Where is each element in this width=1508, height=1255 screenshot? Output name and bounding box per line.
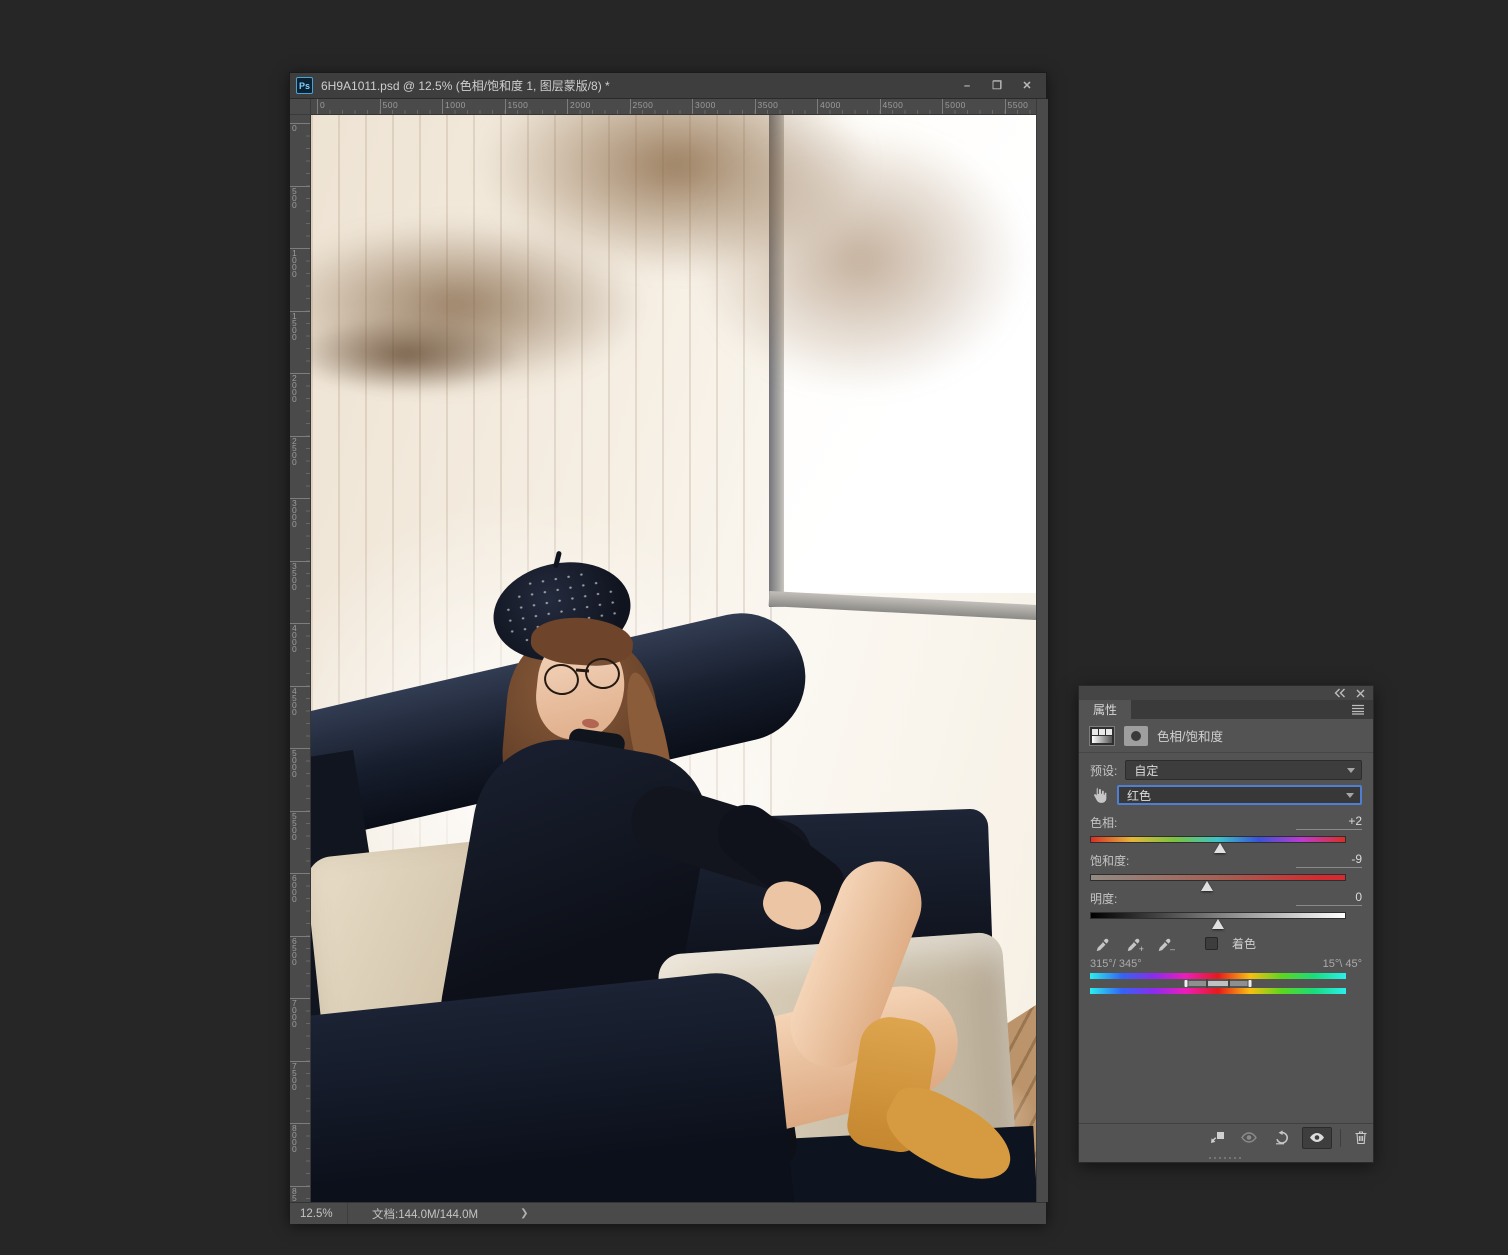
maximize-button[interactable]: ❒ bbox=[984, 77, 1010, 95]
panel-tabbar: 属性 bbox=[1079, 700, 1373, 719]
photo-canvas[interactable] bbox=[311, 115, 1036, 1202]
hue-adjusted-bar-bottom bbox=[1090, 988, 1346, 994]
lightness-slider-thumb[interactable] bbox=[1212, 919, 1224, 929]
window-controls: – ❒ ✕ bbox=[954, 77, 1040, 95]
lightness-slider-track[interactable] bbox=[1090, 912, 1346, 929]
colorize-checkbox[interactable] bbox=[1205, 936, 1218, 950]
collapse-panel-icon[interactable] bbox=[1333, 688, 1346, 698]
saturation-slider-track[interactable] bbox=[1090, 874, 1346, 891]
document-title: 6H9A1011.psd @ 12.5% (色相/饱和度 1, 图层蒙版/8) … bbox=[321, 79, 610, 93]
channel-value: 红色 bbox=[1127, 788, 1152, 803]
hue-slider-row: 色相: +2 bbox=[1079, 814, 1373, 830]
clip-to-layer-icon[interactable] bbox=[1205, 1127, 1229, 1149]
hue-range-left-values: 315°/ 345° bbox=[1090, 958, 1142, 970]
document-titlebar[interactable]: Ps 6H9A1011.psd @ 12.5% (色相/饱和度 1, 图层蒙版/… bbox=[290, 73, 1046, 99]
photo-window-frame-bottom bbox=[768, 591, 1036, 621]
channel-row: 红色 bbox=[1079, 785, 1373, 805]
lightness-slider-row: 明度: 0 bbox=[1079, 890, 1373, 906]
horizontal-ruler[interactable]: 0 500 1000 1500 2000 2500 3000 3500 4000 4500 5000… bbox=[311, 99, 1036, 115]
document-window: Ps 6H9A1011.psd @ 12.5% (色相/饱和度 1, 图层蒙版/… bbox=[289, 72, 1048, 1224]
saturation-label: 饱和度: bbox=[1090, 853, 1130, 868]
properties-panel: 属性 色相/饱和度 预设: 自定 红色 色相: +2 饱和度: -9 明度: 0… bbox=[1078, 685, 1374, 1163]
document-size-info[interactable]: 文档:144.0M/144.0M bbox=[372, 1206, 478, 1222]
vertical-ruler[interactable]: 0 500 1000 1500 2000 2500 3000 3500 4000 4500 5000… bbox=[290, 115, 311, 1202]
panel-resize-gripper[interactable] bbox=[1079, 1151, 1373, 1164]
hue-range-falloff-left-handle[interactable] bbox=[1183, 979, 1189, 988]
adjustment-header: 色相/饱和度 bbox=[1079, 719, 1373, 753]
saturation-value-field[interactable]: -9 bbox=[1296, 852, 1362, 868]
photoshop-app-icon: Ps bbox=[296, 77, 313, 94]
zoom-level-field[interactable]: 12.5% bbox=[290, 1203, 348, 1224]
view-previous-state-icon[interactable] bbox=[1237, 1127, 1261, 1149]
preset-label: 预设: bbox=[1090, 763, 1118, 778]
layer-mask-icon[interactable] bbox=[1124, 725, 1148, 746]
document-statusbar: 12.5% 文档:144.0M/144.0M ❯ bbox=[290, 1202, 1046, 1224]
layer-visibility-icon[interactable] bbox=[1301, 1126, 1332, 1149]
preset-value: 自定 bbox=[1134, 763, 1159, 778]
eyedropper-icon[interactable] bbox=[1090, 933, 1114, 953]
toolbar-divider bbox=[1339, 1128, 1341, 1147]
channel-select[interactable]: 红色 bbox=[1117, 785, 1362, 805]
panel-bottom-toolbar bbox=[1079, 1123, 1373, 1151]
hue-saturation-adjustment-icon[interactable] bbox=[1089, 725, 1115, 746]
panel-menu-icon[interactable] bbox=[1351, 704, 1365, 715]
chevron-down-icon bbox=[1346, 792, 1354, 798]
ruler-corner bbox=[290, 99, 311, 115]
colorize-label: 着色 bbox=[1232, 936, 1257, 951]
window-right-edge bbox=[1036, 99, 1048, 1202]
hue-range-left-handle[interactable] bbox=[1206, 979, 1209, 988]
close-button[interactable]: ✕ bbox=[1014, 77, 1040, 95]
preset-select[interactable]: 自定 bbox=[1125, 760, 1362, 780]
hue-reference-bar-top bbox=[1090, 973, 1346, 979]
eyedropper-subtract-icon[interactable]: – bbox=[1152, 933, 1176, 954]
photo-branch-blur bbox=[681, 115, 1036, 405]
lightness-value-field[interactable]: 0 bbox=[1296, 890, 1362, 906]
hue-range-right-values: 15°\ 45° bbox=[1322, 958, 1362, 970]
hue-range-readouts: 315°/ 345° 15°\ 45° bbox=[1079, 957, 1373, 971]
hue-label: 色相: bbox=[1090, 815, 1118, 830]
tab-properties[interactable]: 属性 bbox=[1079, 700, 1132, 719]
chevron-down-icon bbox=[1347, 767, 1355, 773]
saturation-slider-row: 饱和度: -9 bbox=[1079, 852, 1373, 868]
hue-slider-track[interactable] bbox=[1090, 836, 1346, 853]
status-expander-icon[interactable]: ❯ bbox=[520, 1208, 528, 1219]
hue-value-field[interactable]: +2 bbox=[1296, 814, 1362, 830]
eyedropper-add-icon[interactable]: + bbox=[1121, 933, 1145, 954]
hue-range-slider[interactable] bbox=[1090, 979, 1346, 988]
preset-row: 预设: 自定 bbox=[1079, 760, 1373, 780]
panel-group-header bbox=[1079, 686, 1373, 700]
reset-adjustment-icon[interactable] bbox=[1270, 1127, 1294, 1149]
adjustment-title: 色相/饱和度 bbox=[1157, 730, 1223, 744]
hue-range-right-handle[interactable] bbox=[1227, 979, 1230, 988]
minimize-button[interactable]: – bbox=[954, 77, 980, 95]
hue-range-falloff-right-handle[interactable] bbox=[1247, 979, 1253, 988]
close-panel-icon[interactable] bbox=[1356, 689, 1365, 698]
lightness-label: 明度: bbox=[1090, 891, 1118, 906]
eyedropper-row: + – 着色 bbox=[1079, 933, 1373, 954]
hue-range-inner-rail[interactable] bbox=[1207, 981, 1229, 986]
delete-adjustment-icon[interactable] bbox=[1349, 1127, 1373, 1149]
targeted-adjustment-icon[interactable] bbox=[1090, 786, 1109, 804]
